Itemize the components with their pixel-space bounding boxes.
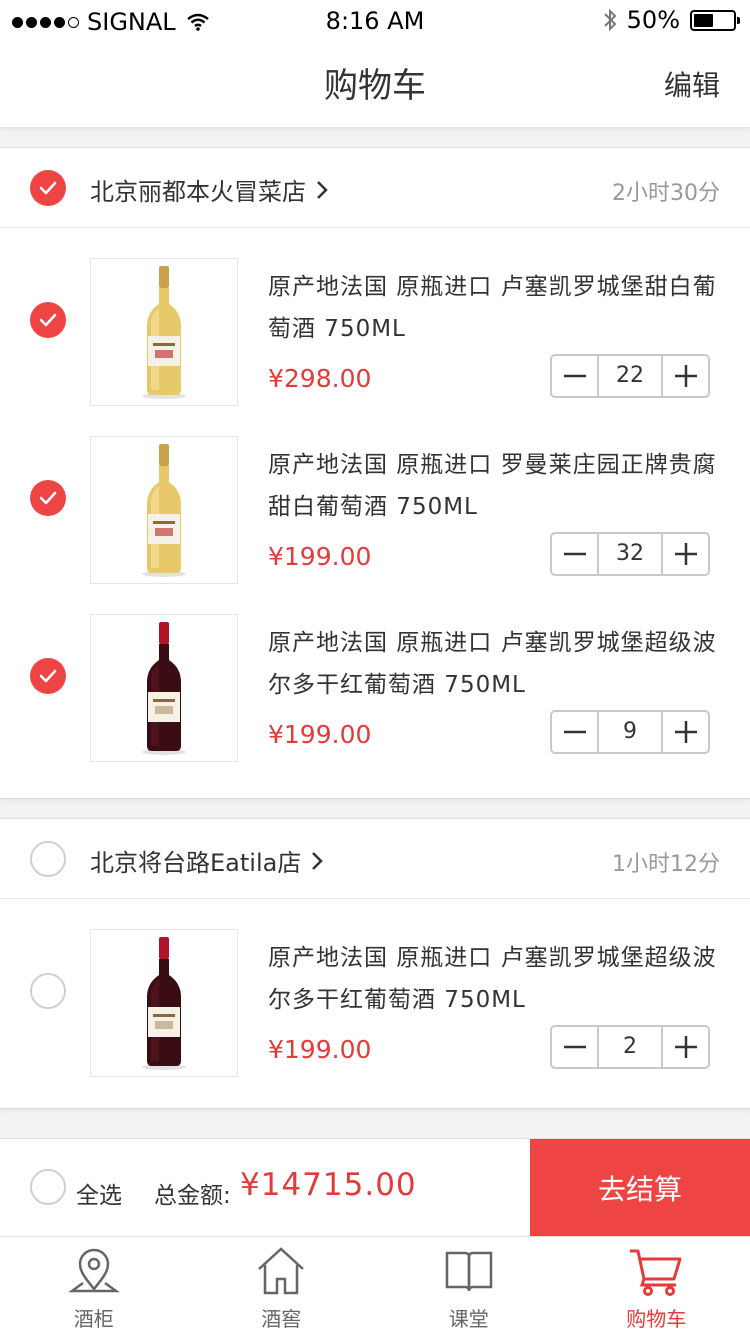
total-label: 总金额:: [154, 1183, 231, 1209]
cart-item: 原产地法国 原瓶进口 卢塞凯罗城堡甜白葡萄酒 750ML ¥298.00 22: [0, 228, 750, 406]
wine-bottle-icon: [142, 937, 186, 1070]
increase-button[interactable]: [663, 534, 708, 574]
product-price: ¥199.00: [268, 720, 372, 749]
product-image[interactable]: [90, 258, 238, 406]
checkmark-icon: [39, 181, 57, 195]
quantity-stepper: 32: [550, 532, 710, 576]
status-bar: SIGNAL 8:16 AM 50%: [0, 0, 750, 40]
plus-icon: [674, 365, 697, 387]
page-title: 购物车: [324, 66, 426, 106]
increase-button[interactable]: [663, 1027, 708, 1067]
product-title[interactable]: 原产地法国 原瓶进口 卢塞凯罗城堡甜白葡萄酒 750ML: [268, 266, 718, 350]
product-image[interactable]: [90, 929, 238, 1077]
product-title[interactable]: 原产地法国 原瓶进口 卢塞凯罗城堡超级波尔多干红葡萄酒 750ML: [268, 937, 718, 1021]
select-all-checkbox[interactable]: [30, 1169, 66, 1205]
tab-label: 课堂: [448, 1307, 489, 1331]
quantity-stepper: 22: [550, 354, 710, 398]
checkmark-icon: [39, 313, 57, 327]
product-price: ¥298.00: [268, 364, 372, 393]
quantity-stepper: 9: [550, 710, 710, 754]
decrease-button[interactable]: [552, 712, 597, 752]
decrease-button[interactable]: [552, 1027, 597, 1067]
minus-icon: [563, 730, 586, 734]
checkmark-icon: [39, 491, 57, 505]
cart-icon: [630, 1249, 682, 1296]
store-link[interactable]: 北京将台路Eatila店: [90, 843, 324, 878]
tab-wine-cellar[interactable]: 酒窖: [188, 1237, 376, 1334]
battery-icon: [690, 9, 740, 31]
product-price: ¥199.00: [268, 542, 372, 571]
minus-icon: [563, 374, 586, 378]
store-link[interactable]: 北京丽都本火冒菜店: [90, 172, 328, 207]
navigation-bar: 购物车 编辑: [0, 40, 750, 128]
store-name: 北京将台路Eatila店: [90, 849, 302, 877]
tab-classroom[interactable]: 课堂: [375, 1237, 563, 1334]
chevron-right-icon: [312, 851, 324, 870]
product-image[interactable]: [90, 614, 238, 762]
location-pin-icon: [67, 1248, 120, 1293]
tab-label: 购物车: [626, 1307, 687, 1331]
plus-icon: [674, 721, 697, 743]
quantity-input[interactable]: 2: [597, 1027, 663, 1067]
quantity-input[interactable]: 22: [597, 356, 663, 396]
quantity-stepper: 2: [550, 1025, 710, 1069]
plus-icon: [674, 1036, 697, 1058]
chevron-right-icon: [317, 180, 328, 199]
battery-percent: 50%: [626, 6, 680, 34]
quantity-input[interactable]: 9: [597, 712, 663, 752]
item-checkbox[interactable]: [30, 658, 66, 694]
store-delivery-time: 1小时12分: [612, 852, 720, 877]
wine-bottle-icon: [142, 622, 186, 755]
bluetooth-icon: [603, 8, 617, 32]
product-title[interactable]: 原产地法国 原瓶进口 卢塞凯罗城堡超级波尔多干红葡萄酒 750ML: [268, 622, 718, 706]
quantity-input[interactable]: 32: [597, 534, 663, 574]
product-title[interactable]: 原产地法国 原瓶进口 罗曼莱庄园正牌贵腐甜白葡萄酒 750ML: [268, 444, 718, 528]
item-checkbox[interactable]: [30, 480, 66, 516]
store-checkbox[interactable]: [30, 170, 66, 206]
tab-label: 酒窖: [261, 1307, 302, 1331]
increase-button[interactable]: [663, 712, 708, 752]
store-header: 北京将台路Eatila店 1小时12分: [0, 819, 750, 899]
product-image[interactable]: [90, 436, 238, 584]
minus-icon: [563, 552, 586, 556]
wine-bottle-icon: [142, 444, 186, 577]
store-header: 北京丽都本火冒菜店 2小时30分: [0, 148, 750, 228]
tab-cart[interactable]: 购物车: [563, 1237, 750, 1334]
select-all-label[interactable]: 全选: [76, 1176, 122, 1210]
store-checkbox[interactable]: [30, 841, 66, 877]
minus-icon: [563, 1045, 586, 1049]
checkmark-icon: [39, 669, 57, 683]
decrease-button[interactable]: [552, 356, 597, 396]
decrease-button[interactable]: [552, 534, 597, 574]
item-checkbox[interactable]: [30, 302, 66, 338]
tab-label: 酒柜: [73, 1307, 114, 1331]
store-group: 北京丽都本火冒菜店 2小时30分 原产地法国 原瓶进口 卢塞凯罗城堡甜白葡萄酒 …: [0, 147, 750, 799]
increase-button[interactable]: [663, 356, 708, 396]
wine-bottle-icon: [142, 266, 186, 399]
product-price: ¥199.00: [268, 1035, 372, 1064]
house-icon: [258, 1247, 305, 1295]
tab-wine-cabinet[interactable]: 酒柜: [0, 1237, 188, 1334]
cart-item: 原产地法国 原瓶进口 罗曼莱庄园正牌贵腐甜白葡萄酒 750ML ¥199.00 …: [0, 406, 750, 584]
store-name: 北京丽都本火冒菜店: [90, 178, 306, 206]
tab-bar: 酒柜 酒窖 课堂 购物车: [0, 1236, 750, 1334]
total-amount: ¥14715.00: [240, 1167, 417, 1203]
store-delivery-time: 2小时30分: [612, 181, 720, 206]
checkout-button[interactable]: 去结算: [530, 1139, 750, 1237]
book-icon: [445, 1251, 492, 1292]
item-checkbox[interactable]: [30, 973, 66, 1009]
cart-item: 原产地法国 原瓶进口 卢塞凯罗城堡超级波尔多干红葡萄酒 750ML ¥199.0…: [0, 899, 750, 1077]
cart-item: 原产地法国 原瓶进口 卢塞凯罗城堡超级波尔多干红葡萄酒 750ML ¥199.0…: [0, 584, 750, 762]
store-group: 北京将台路Eatila店 1小时12分 原产地法国 原瓶进口 卢塞凯罗城堡超级波…: [0, 818, 750, 1109]
edit-button[interactable]: 编辑: [664, 64, 720, 104]
checkout-bar: 全选 总金额: ¥14715.00 去结算: [0, 1138, 750, 1237]
plus-icon: [674, 543, 697, 565]
